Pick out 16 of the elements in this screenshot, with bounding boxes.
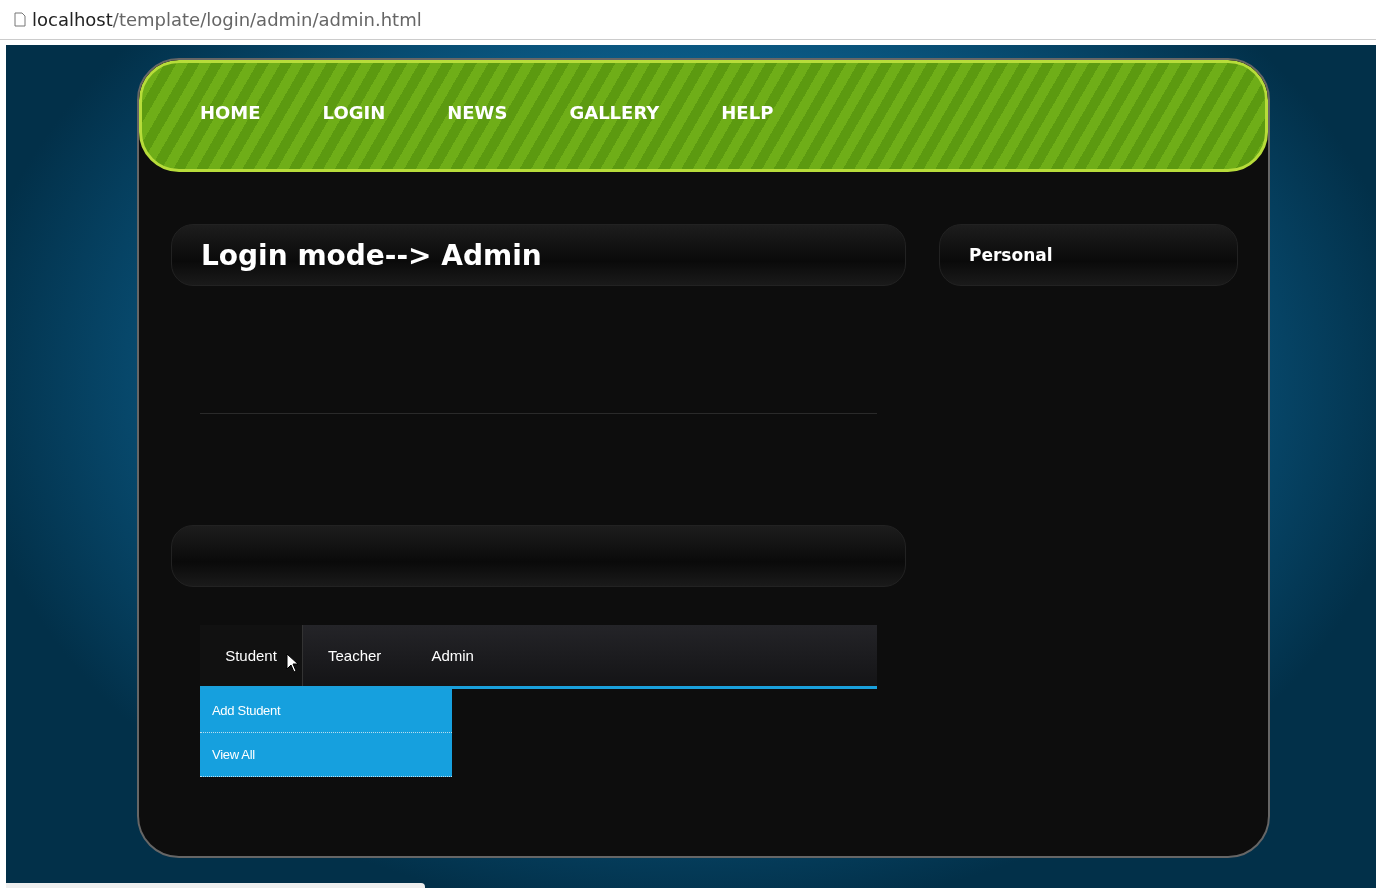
menu-item[interactable]: Add Student <box>200 689 452 733</box>
url-text: localhost/template/login/admin/admin.html <box>32 9 422 30</box>
page-icon <box>14 12 26 27</box>
nav-link[interactable]: GALLERY <box>569 101 660 131</box>
page-title: Login mode--> Admin <box>201 238 542 272</box>
nav-link[interactable]: HOME <box>200 101 261 131</box>
cursor-icon <box>286 653 300 673</box>
tab[interactable]: Student <box>200 625 303 686</box>
side-title: Personal <box>969 245 1053 265</box>
nav-link[interactable]: NEWS <box>447 101 508 131</box>
tab[interactable]: Admin <box>406 625 499 686</box>
nav-link[interactable]: HELP <box>721 101 774 131</box>
tab[interactable]: Teacher <box>303 625 407 686</box>
menu-item[interactable]: View All <box>200 733 452 777</box>
nav-link[interactable]: LOGIN <box>322 101 386 131</box>
address-bar[interactable]: localhost/template/login/admin/admin.html <box>0 0 1376 40</box>
